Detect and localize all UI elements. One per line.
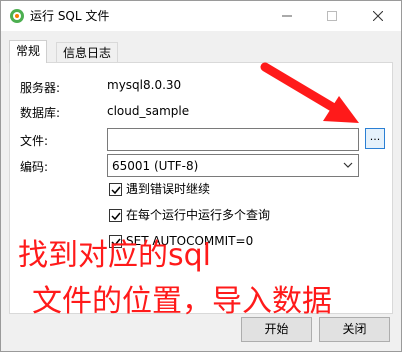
annotation-line2: 文件的位置，导入数据 (32, 284, 332, 319)
annotation-line1: 找到对应的sql (18, 238, 212, 273)
run-sql-file-dialog: 运行 SQL 文件 常规 信息日志 服务器: mysql8.0.30 数据库: … (0, 0, 402, 352)
tab-general[interactable]: 常规 (9, 40, 48, 63)
